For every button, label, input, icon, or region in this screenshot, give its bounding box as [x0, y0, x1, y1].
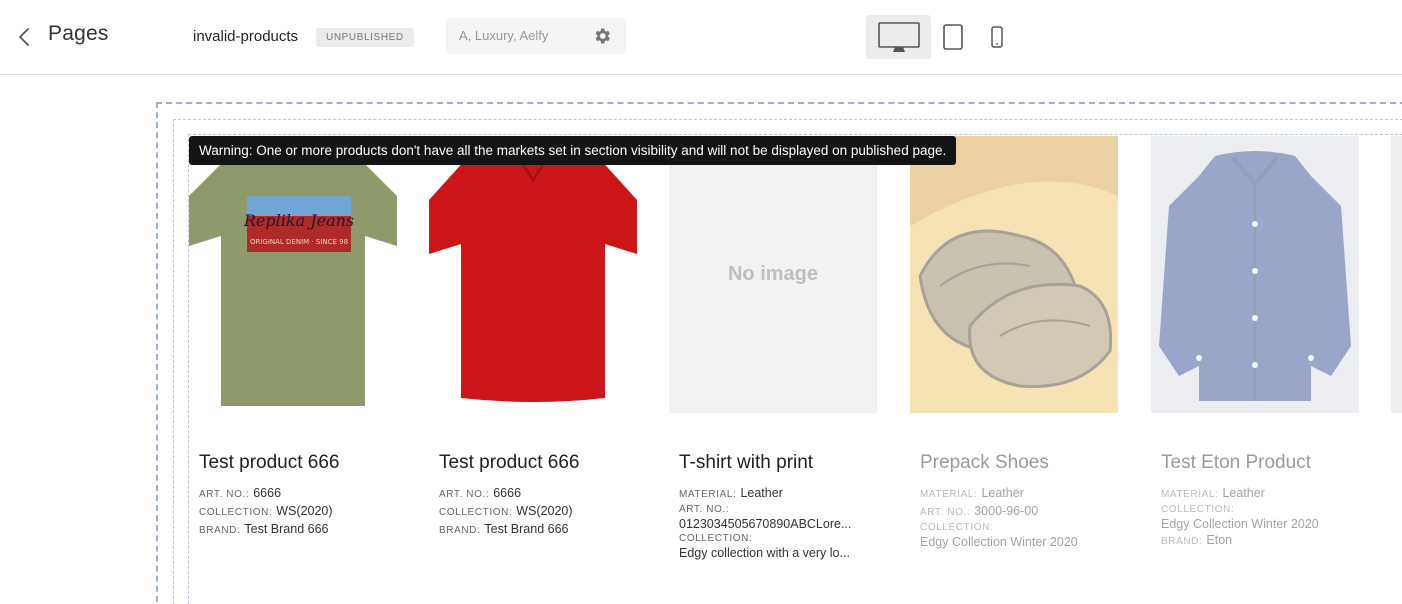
- meta-value: Eton: [1206, 533, 1233, 547]
- no-image-placeholder: No image: [669, 136, 877, 413]
- meta-label: COLLECTION:: [679, 533, 753, 544]
- markets-selector[interactable]: A, Luxury, Aelfy: [446, 18, 626, 54]
- product-meta: MATERIAL: Leather ART. NO.: 0123034505670…: [679, 485, 879, 561]
- meta-value: WS(2020): [276, 504, 333, 518]
- meta-label: COLLECTION:: [1161, 504, 1235, 515]
- product-name[interactable]: Prepack Shoes: [920, 452, 1049, 474]
- next-product-image-edge: [1391, 136, 1402, 413]
- product-card[interactable]: Replika Jeans ORIGINAL DENIM · SINCE 98 …: [189, 136, 397, 536]
- meta-value: Leather: [1222, 486, 1265, 500]
- back-chevron-icon[interactable]: [12, 22, 38, 52]
- tablet-icon[interactable]: [938, 15, 968, 59]
- svg-text:Replika Jeans: Replika Jeans: [243, 211, 354, 230]
- product-name[interactable]: Test Eton Product: [1161, 452, 1311, 474]
- meta-label: COLLECTION:: [199, 507, 273, 518]
- meta-label: BRAND:: [439, 525, 481, 536]
- product-image: [1151, 136, 1359, 413]
- meta-value: 3000-96-00: [974, 504, 1039, 518]
- meta-label: ART. NO.:: [439, 489, 490, 500]
- meta-label: ART. NO.:: [199, 489, 250, 500]
- meta-label: ART. NO.:: [920, 507, 971, 518]
- meta-label: COLLECTION:: [920, 522, 994, 533]
- gear-icon[interactable]: [592, 26, 612, 46]
- meta-label: MATERIAL:: [679, 489, 737, 500]
- meta-label: ART. NO.:: [679, 504, 730, 515]
- product-meta: ART. NO.: 6666 COLLECTION: WS(2020) BRAND:…: [199, 485, 399, 539]
- product-card[interactable]: Test Eton Product MATERIAL: Leather COLLE…: [1151, 136, 1359, 547]
- desktop-icon[interactable]: [866, 15, 931, 59]
- product-card[interactable]: Test product 666 ART. NO.: 6666 COLLECTIO…: [429, 136, 637, 536]
- meta-value: Leather: [740, 486, 783, 500]
- markets-text: A, Luxury, Aelfy: [459, 28, 549, 43]
- top-bar: Pages invalid-products UNPUBLISHED A, Lu…: [0, 0, 1402, 75]
- product-image: [429, 136, 637, 413]
- warning-banner: Warning: One or more products don't have…: [189, 136, 957, 165]
- meta-value: Edgy collection with a very lo...: [679, 546, 850, 560]
- meta-label: COLLECTION:: [439, 507, 513, 518]
- product-meta: MATERIAL: Leather ART. NO.: 3000-96-00 COL…: [920, 485, 1120, 550]
- product-name[interactable]: Test product 666: [439, 452, 579, 474]
- product-name[interactable]: Test product 666: [199, 452, 339, 474]
- product-card[interactable]: Prepack Shoes MATERIAL: Leather ART. NO.:…: [910, 136, 1118, 549]
- meta-value: Test Brand 666: [484, 522, 569, 536]
- meta-value: 6666: [253, 486, 282, 500]
- product-meta: MATERIAL: Leather COLLECTION: Edgy Collec…: [1161, 485, 1361, 550]
- meta-value: Edgy Collection Winter 2020: [1161, 517, 1319, 531]
- product-card[interactable]: No image T-shirt with print MATERIAL: Lea…: [669, 136, 877, 560]
- page-name: invalid-products: [193, 28, 299, 45]
- meta-value: Leather: [981, 486, 1024, 500]
- meta-value: Test Brand 666: [244, 522, 329, 536]
- svg-text:ORIGINAL DENIM · SINCE 98: ORIGINAL DENIM · SINCE 98: [250, 238, 348, 246]
- meta-label: MATERIAL:: [1161, 489, 1219, 500]
- meta-value: Edgy Collection Winter 2020: [920, 535, 1078, 549]
- mobile-icon[interactable]: [984, 15, 1010, 59]
- meta-value: 6666: [493, 486, 522, 500]
- product-image: [910, 136, 1118, 413]
- meta-value: WS(2020): [516, 504, 573, 518]
- product-name[interactable]: T-shirt with print: [679, 452, 813, 474]
- meta-label: MATERIAL:: [920, 489, 978, 500]
- no-image-text: No image: [727, 263, 819, 285]
- product-meta: ART. NO.: 6666 COLLECTION: WS(2020) BRAND:…: [439, 485, 639, 539]
- product-image: Replika Jeans ORIGINAL DENIM · SINCE 98: [189, 136, 397, 413]
- pages-back-link[interactable]: Pages: [48, 22, 109, 46]
- status-badge: UNPUBLISHED: [316, 28, 414, 47]
- meta-label: BRAND:: [1161, 536, 1203, 547]
- meta-label: BRAND:: [199, 525, 241, 536]
- meta-value: 0123034505670890ABCLore...: [679, 517, 852, 531]
